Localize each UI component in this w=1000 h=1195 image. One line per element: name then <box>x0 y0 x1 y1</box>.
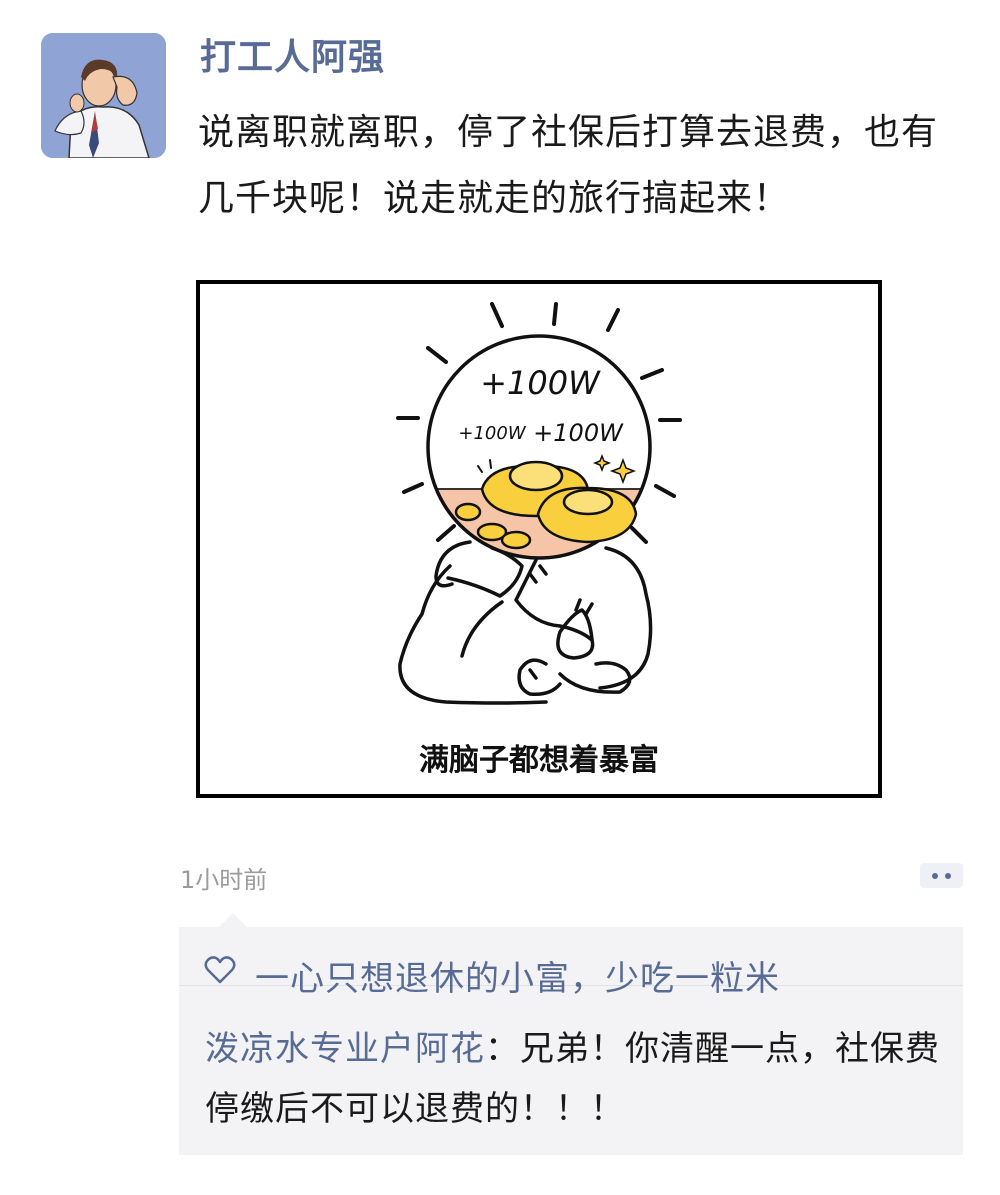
bubble-text-big: +100W <box>480 364 601 402</box>
bubble-text-left: +100W <box>458 423 526 444</box>
post-author-name[interactable]: 打工人阿强 <box>200 28 385 80</box>
comment-separator: ： <box>485 1029 520 1069</box>
sparkle-icons <box>592 453 637 485</box>
likes-row: 一心只想退休的小富，少吃一粒米 <box>179 927 963 999</box>
comment-box-arrow <box>218 913 248 928</box>
fortune-meme-illustration: +100W +100W +100W 满脑子都想着暴富 <box>396 302 682 778</box>
dot-icon <box>945 873 951 879</box>
likes-names[interactable]: 一心只想退休的小富，少吃一粒米 <box>255 951 780 1000</box>
bubble-text-right: +100W <box>533 419 624 447</box>
sitting-figure <box>398 540 653 705</box>
heart-outline-icon <box>204 956 236 984</box>
image-caption: 满脑子都想着暴富 <box>419 743 659 778</box>
post-timestamp: 1小时前 <box>180 866 268 894</box>
avatar[interactable] <box>41 33 166 158</box>
comment-author[interactable]: 泼凉水专业户阿花 <box>205 1029 485 1069</box>
post-image[interactable]: +100W +100W +100W 满脑子都想着暴富 <box>196 280 882 798</box>
post-text: 说离职就离职，停了社保后打算去退费，也有几千块呢！说走就走的旅行搞起来！ <box>198 112 939 219</box>
man-covering-ear-illustration <box>41 33 166 158</box>
interactions-panel: 一心只想退休的小富，少吃一粒米 泼凉水专业户阿花：兄弟！你清醒一点，社保费停缴后… <box>179 927 963 1155</box>
comment-item[interactable]: 泼凉水专业户阿花：兄弟！你清醒一点，社保费停缴后不可以退费的！！！ <box>205 1019 950 1139</box>
dot-icon <box>932 873 938 879</box>
more-actions-button[interactable] <box>920 863 963 888</box>
